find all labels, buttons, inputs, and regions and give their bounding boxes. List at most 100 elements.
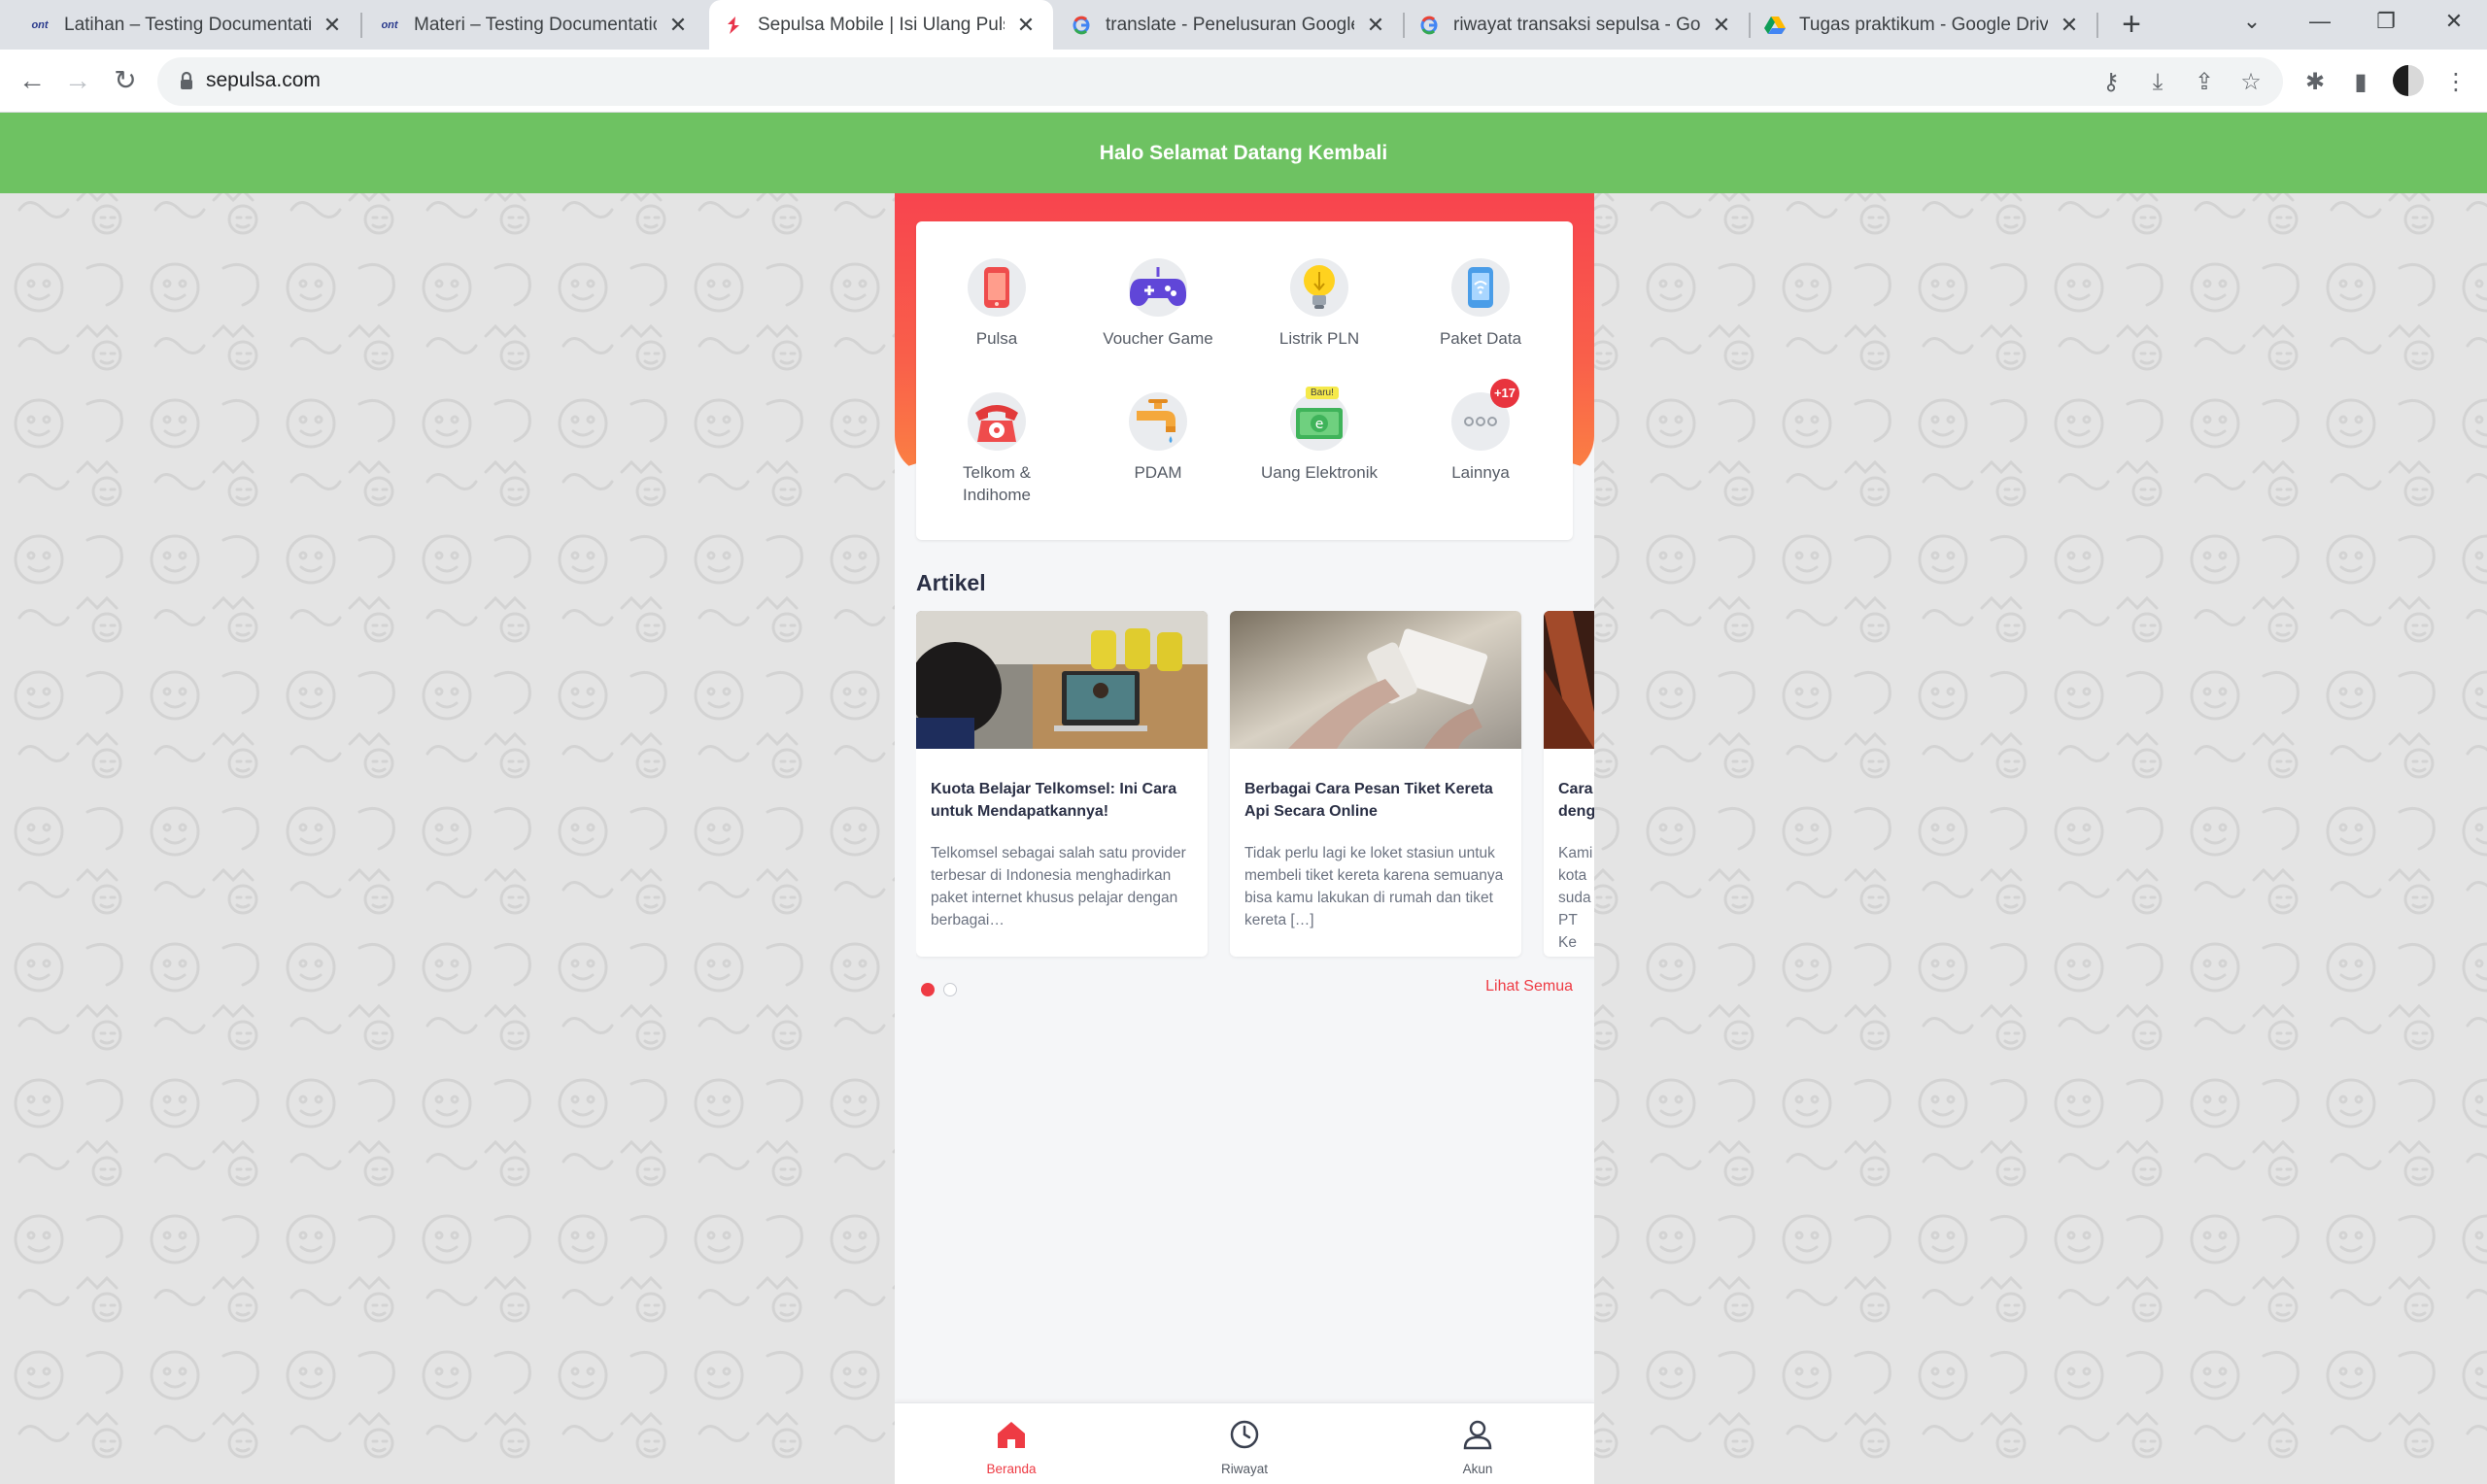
back-arrow-icon[interactable]: ← [14,62,51,99]
menu-item-uang-elektronik[interactable]: e Baru! Uang Elektronik [1239,387,1400,484]
see-all-link[interactable]: Lihat Semua [1485,978,1573,995]
close-icon[interactable]: ✕ [1014,13,1038,38]
article-title: Cara deng [1558,781,1594,820]
carousel-pagination [921,983,957,996]
service-menu-card: Pulsa Voucher Game Listrik PLN Paket Dat… [916,221,1573,540]
ont-logo-icon: ont [381,18,398,31]
menu-item-listrik-pln[interactable]: Listrik PLN [1239,258,1400,350]
tab-divider [2096,13,2098,38]
article-image [1230,611,1521,749]
menu-label: Uang Elektronik [1260,463,1378,482]
welcome-text: Halo Selamat Datang Kembali [1099,141,1388,164]
menu-label: Pulsa [975,329,1018,348]
pagination-dot[interactable] [943,983,957,996]
nav-beranda[interactable]: Beranda [953,1417,1070,1476]
google-drive-icon [1764,15,1786,36]
menu-item-lainnya[interactable]: +17 Lainnya [1400,379,1561,484]
clock-icon [1230,1420,1259,1449]
article-title: Kuota Belajar Telkomsel: Ini Cara untuk … [931,781,1177,820]
share-icon[interactable]: ⇪ [2190,68,2219,97]
google-g-icon [1418,15,1440,36]
side-panel-icon[interactable]: ▮ [2346,68,2375,97]
article-card[interactable]: Kuota Belajar Telkomsel: Ini Cara untuk … [916,611,1208,957]
pagination-dot-active[interactable] [921,983,935,996]
page-viewport: Halo Selamat Datang Kembali Pulsa Vouche… [0,113,2487,1484]
browser-tab[interactable]: Tugas praktikum - Google Drive ✕ [1751,0,2096,50]
browser-tab[interactable]: ont Latihan – Testing Documentation ✕ [0,0,359,50]
browser-toolbar: ← → ↻ sepulsa.com ⚷ ⤓ ⇪ ☆ ✱ ▮ ⋮ [0,50,2487,113]
nav-akun[interactable]: Akun [1419,1417,1536,1476]
browser-tab[interactable]: riwayat transaksi sepulsa - Googl ✕ [1405,0,1749,50]
forward-arrow-icon[interactable]: → [59,62,96,99]
menu-label: Lainnya [1451,463,1510,482]
browser-tab[interactable]: translate - Penelusuran Google ✕ [1057,0,1403,50]
nav-label: Beranda [986,1462,1037,1476]
welcome-banner: Halo Selamat Datang Kembali [0,113,2487,193]
menu-item-pulsa[interactable]: Pulsa [916,258,1077,350]
article-image [1544,611,1594,749]
tab-title: Tugas praktikum - Google Drive [1799,14,2048,35]
menu-label: Paket Data [1439,329,1522,348]
user-icon [1463,1420,1492,1450]
telephone-icon [968,392,1026,451]
menu-label: Telkom & Indihome [963,463,1031,504]
svg-text:e: e [1315,417,1324,432]
google-g-icon [1071,15,1092,36]
menu-item-paket-data[interactable]: Paket Data [1400,258,1561,350]
tab-title: translate - Penelusuran Google [1106,14,1354,35]
browser-tab-active[interactable]: Sepulsa Mobile | Isi Ulang Pulsa S ✕ [709,0,1053,50]
article-image [916,611,1208,749]
tab-search-chevron-icon[interactable]: ⌄ [2223,0,2281,45]
article-carousel[interactable]: Kuota Belajar Telkomsel: Ini Cara untuk … [916,611,1594,961]
install-app-icon[interactable]: ⤓ [2143,68,2172,97]
nav-label: Akun [1462,1462,1493,1476]
home-icon [998,1422,1025,1448]
menu-label: Listrik PLN [1278,329,1360,348]
new-tag: Baru! [1306,387,1339,399]
menu-label: Voucher Game [1103,329,1213,348]
new-tab-button[interactable]: + [2112,6,2151,45]
phone-wifi-icon [1451,258,1510,317]
profile-avatar[interactable] [2393,65,2424,96]
menu-item-pdam[interactable]: PDAM [1077,392,1239,484]
more-dots-icon: +17 [1451,379,1519,451]
article-excerpt: Tidak perlu lagi ke loket stasiun untuk … [1244,845,1504,928]
close-icon[interactable]: ✕ [1710,13,1733,38]
mobile-app-container: Pulsa Voucher Game Listrik PLN Paket Dat… [895,193,1594,1484]
close-icon[interactable]: ✕ [2058,13,2081,38]
article-excerpt: Telkomsel sebagai salah satu provider te… [931,845,1186,928]
browser-tabstrip: ont Latihan – Testing Documentation ✕ on… [0,0,2487,50]
window-close-icon[interactable]: ✕ [2425,0,2483,45]
articles-heading: Artikel [916,570,986,595]
menu-label: PDAM [1134,463,1182,482]
restore-icon[interactable]: ❐ [2357,0,2415,45]
sepulsa-logo-icon [723,15,744,36]
tab-title: Sepulsa Mobile | Isi Ulang Pulsa S [758,14,1005,35]
bottom-navigation: Beranda Riwayat Akun [895,1402,1594,1484]
key-icon[interactable]: ⚷ [2096,68,2126,97]
menu-item-voucher-game[interactable]: Voucher Game [1077,258,1239,350]
browser-tab[interactable]: ont Materi – Testing Documentation ✕ [361,0,705,50]
water-tap-icon [1129,392,1187,451]
menu-item-telkom-indihome[interactable]: Telkom & Indihome [916,392,1077,506]
extensions-puzzle-icon[interactable]: ✱ [2300,68,2330,97]
reload-icon[interactable]: ↻ [107,62,144,99]
close-icon[interactable]: ✕ [1364,13,1387,38]
tab-title: riwayat transaksi sepulsa - Googl [1453,14,1700,35]
ont-logo-icon: ont [31,18,49,31]
nav-riwayat[interactable]: Riwayat [1186,1417,1303,1476]
bookmark-star-icon[interactable]: ☆ [2236,68,2266,97]
kebab-menu-icon[interactable]: ⋮ [2441,68,2470,97]
article-card[interactable]: Berbagai Cara Pesan Tiket Kereta Api Sec… [1230,611,1521,957]
tab-title: Latihan – Testing Documentation [64,14,311,35]
lightbulb-icon [1290,258,1348,317]
close-icon[interactable]: ✕ [321,13,344,38]
gamepad-icon [1129,258,1187,317]
count-badge: +17 [1490,379,1519,408]
article-excerpt: Kami kota suda PT Ke [1558,845,1593,951]
article-card[interactable]: Cara deng Kami kota suda PT Ke [1544,611,1594,957]
e-money-icon: e Baru! [1290,387,1348,451]
close-icon[interactable]: ✕ [666,13,690,38]
address-bar[interactable]: sepulsa.com ⚷ ⤓ ⇪ ☆ [157,57,2283,106]
minimize-icon[interactable]: — [2291,0,2349,45]
